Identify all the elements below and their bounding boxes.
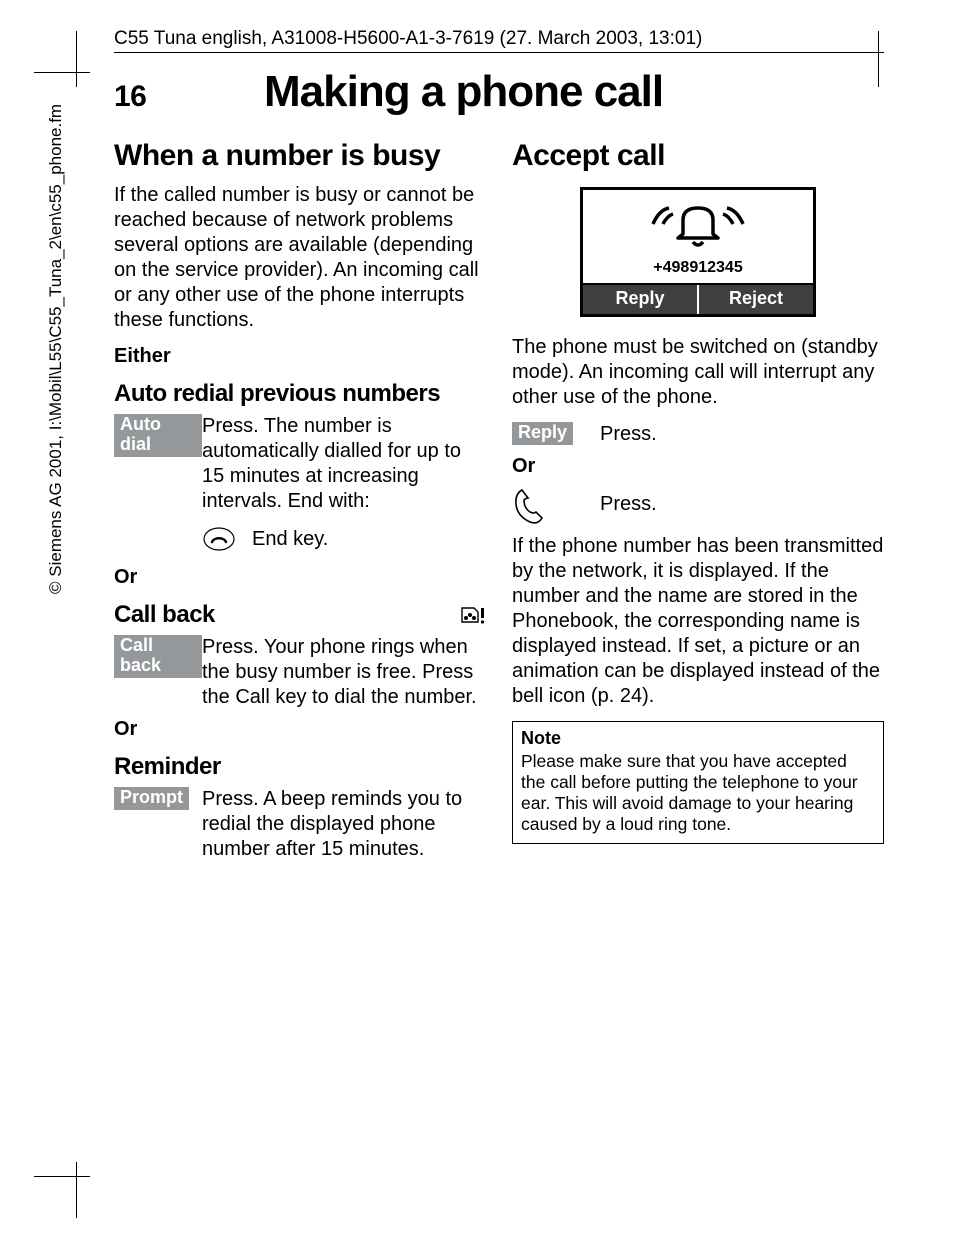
reply-button[interactable]: Reply xyxy=(512,422,573,445)
autoredial-heading: Auto redial previous numbers xyxy=(114,380,486,408)
right-column: Accept call +498912345 xyxy=(512,139,884,870)
sim-service-icon xyxy=(456,604,486,626)
or-label-1: Or xyxy=(114,566,486,589)
prompt-key: Prompt xyxy=(114,787,202,810)
or-label-right: Or xyxy=(512,455,884,478)
section-busy-heading: When a number is busy xyxy=(114,139,486,173)
callback-heading: Call back xyxy=(114,601,486,629)
crop-mark xyxy=(34,1176,90,1177)
page-content: C55 Tuna english, A31008-H5600-A1-3-7619… xyxy=(114,28,884,870)
crop-mark xyxy=(34,72,90,73)
left-column: When a number is busy If the called numb… xyxy=(114,139,486,870)
phone-screen: +498912345 Reply Reject xyxy=(580,187,816,317)
accept-para2: If the phone number has been transmitted… xyxy=(512,534,884,709)
header-text: C55 Tuna english, A31008-H5600-A1-3-7619… xyxy=(114,28,884,50)
prompt-button[interactable]: Prompt xyxy=(114,787,189,810)
phone-softkeys: Reply Reject xyxy=(583,283,813,314)
autoredial-heading-text: Auto redial previous numbers xyxy=(114,380,440,408)
copyright-sidebar: © Siemens AG 2001, I:\Mobil\L55\C55_Tuna… xyxy=(46,104,66,594)
note-body: Please make sure that you have accepted … xyxy=(521,751,875,835)
crop-mark xyxy=(76,1162,77,1218)
end-key-icon xyxy=(202,522,236,556)
reply-row: Reply Press. xyxy=(512,422,884,447)
accept-call-heading: Accept call xyxy=(512,139,884,173)
call-key-icon xyxy=(512,484,600,526)
reminder-heading: Reminder xyxy=(114,753,486,781)
end-key-label: End key. xyxy=(252,527,486,552)
or-label-2: Or xyxy=(114,718,486,741)
prompt-row: Prompt Press. A beep reminds you to redi… xyxy=(114,787,486,862)
prompt-text: Press. A beep reminds you to redial the … xyxy=(202,787,486,862)
callback-heading-text: Call back xyxy=(114,601,215,629)
note-title: Note xyxy=(521,728,875,749)
phone-screen-top: +498912345 xyxy=(583,190,813,283)
autodial-text: Press. The number is automatically diall… xyxy=(202,414,486,514)
page-title: Making a phone call xyxy=(264,67,663,117)
reply-key: Reply xyxy=(512,422,600,445)
title-row: 16 Making a phone call xyxy=(114,67,884,117)
busy-intro: If the called number is busy or cannot b… xyxy=(114,183,486,333)
callkey-text: Press. xyxy=(600,484,884,517)
columns: When a number is busy If the called numb… xyxy=(114,139,884,870)
callback-button[interactable]: Call back xyxy=(114,635,202,678)
autodial-button[interactable]: Auto dial xyxy=(114,414,202,457)
softkey-reject[interactable]: Reject xyxy=(697,285,813,314)
reminder-heading-text: Reminder xyxy=(114,753,221,781)
autodial-row: Auto dial Press. The number is automatic… xyxy=(114,414,486,514)
callkey-row: Press. xyxy=(512,484,884,526)
end-key-row: End key. xyxy=(202,522,486,556)
crop-mark xyxy=(76,31,77,87)
either-label: Either xyxy=(114,345,486,368)
page-number: 16 xyxy=(114,80,264,114)
autodial-key: Auto dial xyxy=(114,414,202,457)
callback-key: Call back xyxy=(114,635,202,678)
callback-text: Press. Your phone rings when the busy nu… xyxy=(202,635,486,710)
accept-intro: The phone must be switched on (standby m… xyxy=(512,335,884,410)
callback-row: Call back Press. Your phone rings when t… xyxy=(114,635,486,710)
softkey-reply[interactable]: Reply xyxy=(583,285,697,314)
reply-text: Press. xyxy=(600,422,884,447)
note-box: Note Please make sure that you have acce… xyxy=(512,721,884,844)
bell-ringing-icon xyxy=(583,198,813,255)
incoming-number: +498912345 xyxy=(583,259,813,277)
header-rule xyxy=(114,52,884,53)
